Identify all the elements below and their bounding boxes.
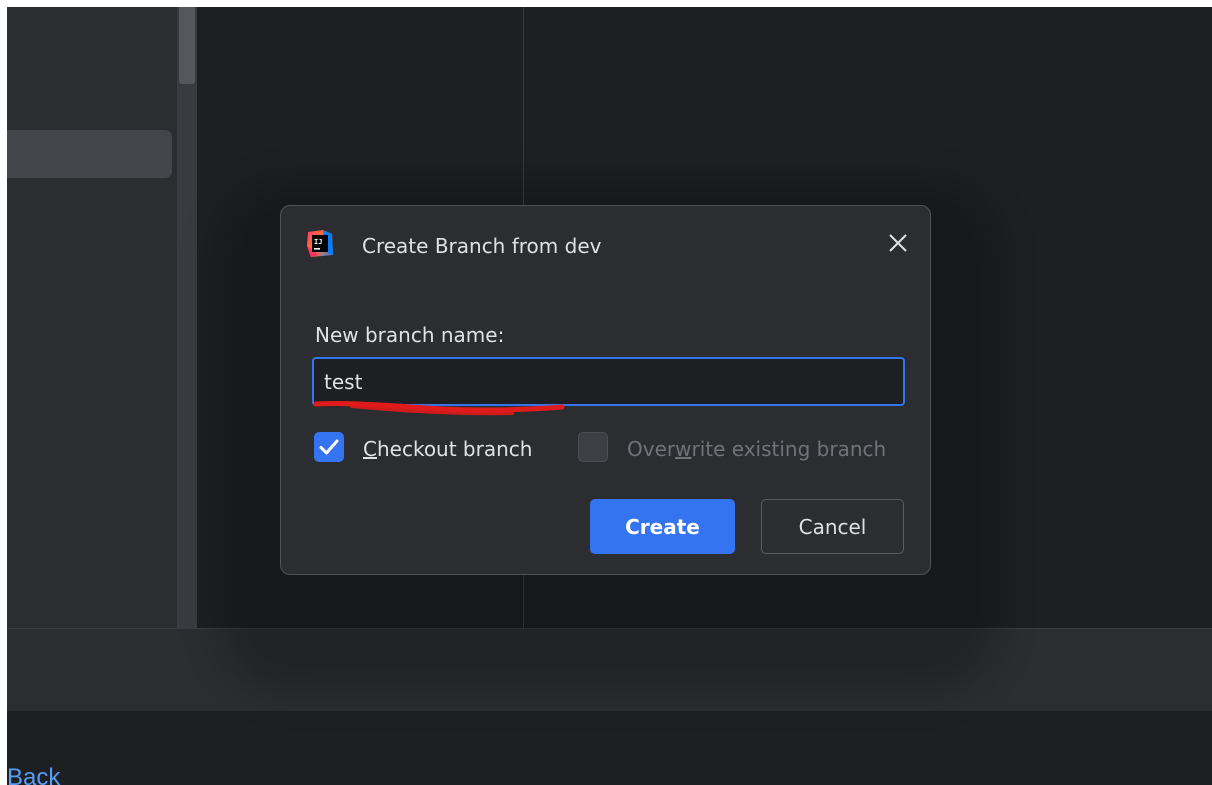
overwrite-label-post: rite existing branch	[691, 437, 887, 461]
red-annotation-underline	[313, 400, 565, 416]
scrollbar-thumb[interactable]	[179, 7, 195, 84]
close-icon	[889, 234, 907, 252]
project-panel-scrollbar[interactable]	[177, 7, 197, 628]
overwrite-branch-label: Overwrite existing branch	[627, 436, 886, 462]
checkout-label-post: heckout branch	[376, 437, 533, 461]
checkout-branch-checkbox[interactable]	[314, 432, 344, 462]
checkmark-icon	[319, 439, 339, 455]
overwrite-mnemonic: w	[675, 437, 692, 461]
back-link[interactable]: Back	[7, 764, 60, 785]
intellij-idea-icon: IJ	[305, 228, 335, 259]
checkout-branch-label[interactable]: Checkout branch	[363, 436, 532, 462]
checkout-mnemonic: C	[363, 437, 377, 461]
overwrite-label-pre: Over	[627, 437, 676, 461]
selected-tree-row[interactable]	[7, 130, 172, 178]
dialog-title: Create Branch from dev	[362, 234, 602, 258]
project-tool-window	[7, 7, 184, 628]
svg-text:IJ: IJ	[314, 238, 322, 246]
bottom-strip	[7, 711, 1212, 785]
branch-name-label: New branch name:	[315, 323, 505, 347]
create-button[interactable]: Create	[590, 499, 735, 554]
ide-window: Back IJ Create Branch from dev New branc…	[7, 7, 1212, 785]
close-button[interactable]	[883, 228, 913, 258]
overwrite-branch-checkbox	[578, 432, 608, 462]
cancel-button[interactable]: Cancel	[761, 499, 904, 554]
create-branch-dialog: IJ Create Branch from dev New branch nam…	[280, 205, 931, 575]
